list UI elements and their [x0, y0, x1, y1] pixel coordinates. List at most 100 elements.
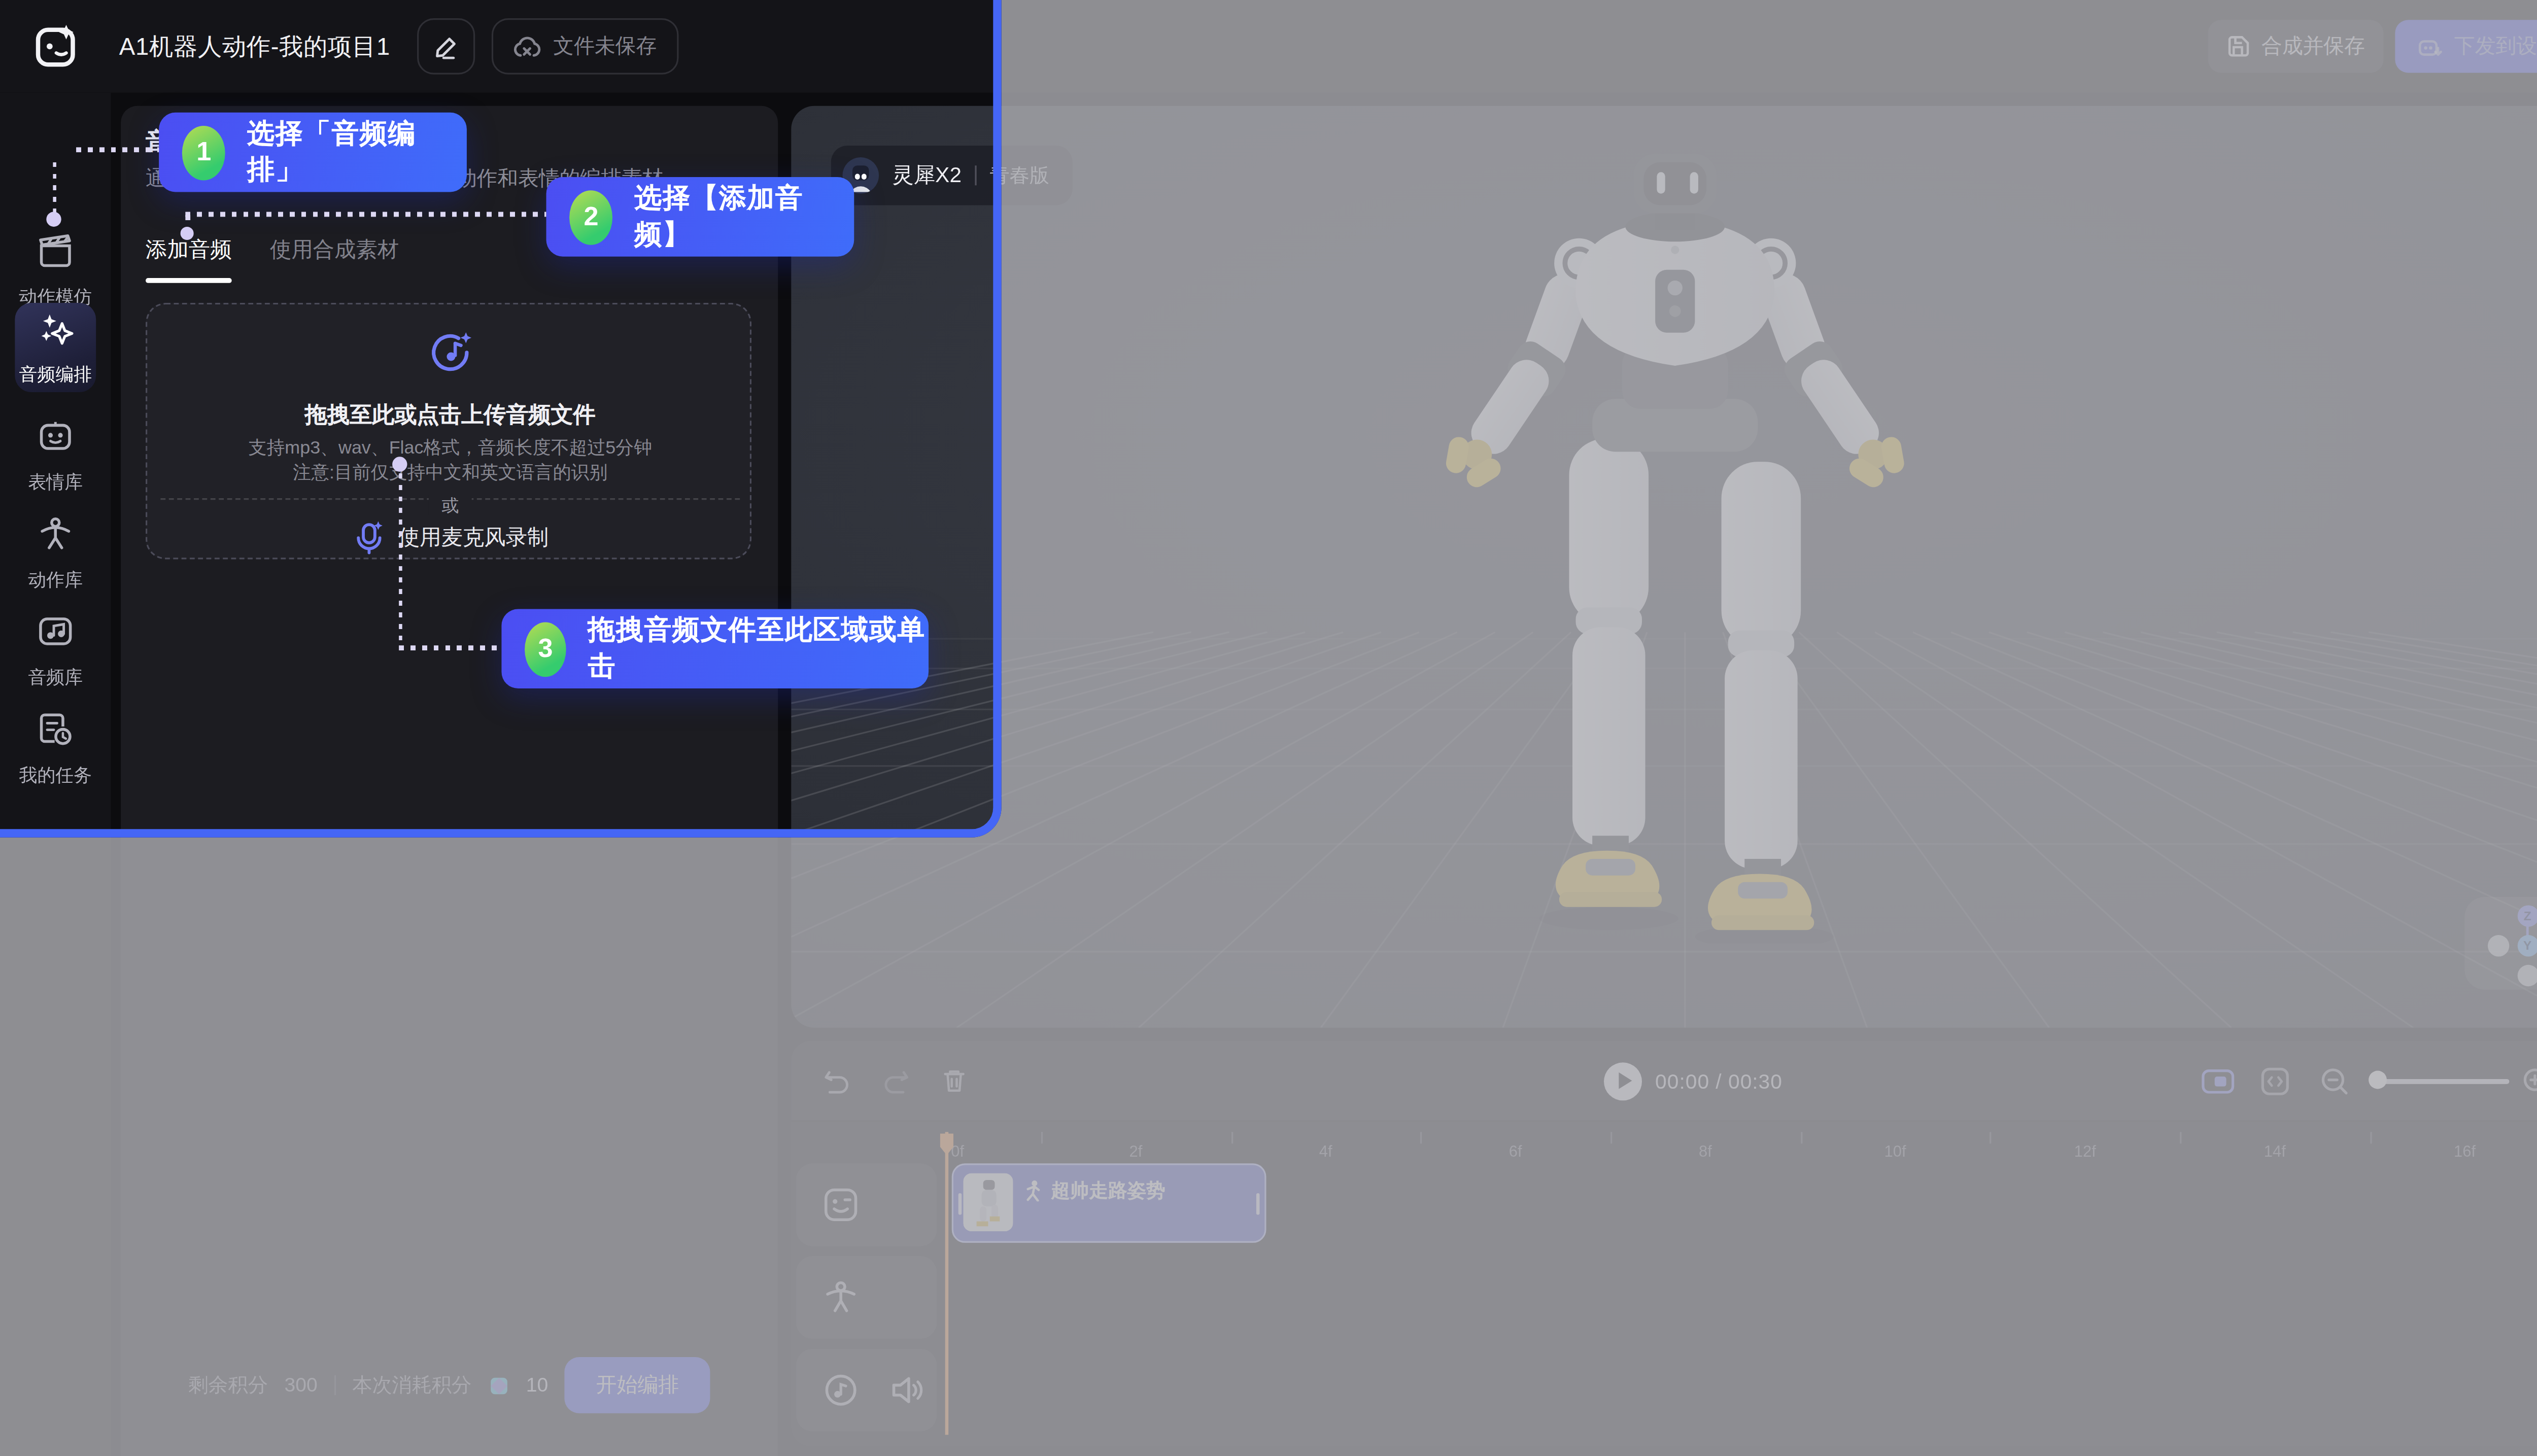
ruler-tick	[1610, 1132, 1612, 1143]
zoom-out-icon[interactable]	[2320, 1067, 2348, 1095]
playhead-line[interactable]	[945, 1132, 948, 1435]
tutorial-step-1[interactable]: 1 选择「音频编排」	[159, 113, 467, 192]
pencil-icon	[434, 34, 459, 59]
credit-gem-icon	[488, 1374, 509, 1396]
robot-edition: 青春版	[989, 161, 1049, 189]
remaining-credits-value: 300	[284, 1374, 317, 1397]
clip-left-handle[interactable]	[958, 1193, 962, 1215]
tutorial-step-2[interactable]: 2 选择【添加音频】	[546, 177, 854, 257]
ruler-tick	[1231, 1132, 1232, 1143]
footer-divider	[334, 1375, 335, 1395]
top-bar: A1机器人动作-我的项目1 文件未保存 合成并保存	[0, 0, 2537, 93]
tutorial-step-3[interactable]: 3 拖拽音频文件至此区域或单击	[501, 609, 929, 688]
sidebar-item-label: 音频库	[28, 665, 83, 690]
audio-arrange-panel: 音频编排 通过上传或录制音频，智能生成与动作和表情的编排素材 添加音频 使用合成…	[121, 106, 778, 1456]
playback-bar: 00:00 / 00:30	[791, 1041, 2537, 1121]
ruler-tick	[1990, 1132, 1992, 1143]
zoom-in-icon[interactable]	[2522, 1067, 2537, 1095]
ruler-tick	[1041, 1132, 1042, 1143]
sidebar-item-1[interactable]: 动作模仿	[0, 232, 111, 309]
redo-icon[interactable]	[882, 1067, 910, 1094]
tab-underline	[146, 278, 232, 282]
mic-record-button[interactable]: 使用麦克风录制	[147, 519, 753, 556]
view-gizmo[interactable]: Z Y X	[2464, 897, 2537, 990]
upload-audio-icon	[425, 328, 475, 377]
cost-value: 10	[526, 1374, 548, 1397]
clip-right-handle[interactable]	[1256, 1193, 1260, 1215]
audio-dropzone[interactable]: 拖拽至此或点击上传音频文件 支持mp3、wav、Flac格式，音频长度不超过5分…	[146, 303, 751, 560]
music-library-icon	[37, 612, 75, 657]
ruler-label: 6f	[1509, 1142, 1522, 1160]
project-title: A1机器人动作-我的项目1	[119, 31, 390, 63]
track-label-audio[interactable]	[796, 1349, 937, 1432]
connector-3-vertical	[398, 473, 402, 647]
track-label-expression[interactable]	[796, 1163, 937, 1246]
ruler-tick	[2180, 1132, 2181, 1143]
robot-name: 灵犀X2	[892, 160, 962, 190]
music-track-icon	[822, 1372, 859, 1408]
timeline-panel: 00:00 / 00:30 0f2f4f6f8f	[791, 1041, 2537, 1446]
undo-icon[interactable]	[822, 1067, 850, 1094]
dropzone-hint-formats: 支持mp3、wav、Flac格式，音频长度不超过5分钟	[147, 435, 753, 460]
edit-title-button[interactable]	[417, 18, 475, 75]
step-1-number: 1	[182, 125, 226, 180]
clip-label: 超帅走路姿势	[1051, 1178, 1165, 1203]
save-button[interactable]: 合成并保存	[2208, 20, 2384, 73]
connector-1-dot	[46, 212, 61, 227]
robot-face-icon	[37, 417, 75, 462]
ruler-label: 14f	[2264, 1142, 2286, 1160]
step-2-text: 选择【添加音频】	[635, 181, 854, 254]
remaining-credits-label: 剩余积分	[188, 1371, 268, 1399]
save-icon	[2226, 35, 2250, 58]
delete-icon[interactable]	[942, 1067, 967, 1094]
clapperboard-icon	[37, 232, 75, 276]
play-button[interactable]	[1604, 1062, 1642, 1100]
keyframe-panel-icon[interactable]	[2202, 1069, 2235, 1094]
robot-download-icon	[2416, 34, 2443, 59]
mic-record-label: 使用麦克风录制	[398, 523, 549, 553]
ruler-label: 16f	[2454, 1142, 2476, 1160]
ruler-label: 2f	[1129, 1142, 1142, 1160]
sidebar-item-4[interactable]: 动作库	[0, 515, 111, 593]
cloud-unsaved-icon	[513, 35, 541, 58]
track-label-action[interactable]	[796, 1256, 937, 1339]
start-arrange-button[interactable]: 开始编排	[565, 1357, 710, 1413]
sidebar: 动作模仿音频编排表情库动作库音频库我的任务	[0, 93, 111, 1456]
sidebar-item-label: 表情库	[28, 470, 83, 495]
app-root: A1机器人动作-我的项目1 文件未保存 合成并保存	[0, 0, 2537, 1456]
timeline-area: 0f2f4f6f8f10f12f14f16f	[791, 1120, 2537, 1446]
file-status-label: 文件未保存	[553, 32, 657, 60]
connector-2-dot	[181, 227, 194, 240]
timeline-zoom-slider-handle[interactable]	[2369, 1071, 2387, 1089]
step-3-text: 拖拽音频文件至此区域或单击	[588, 612, 929, 685]
robot-model-badge[interactable]: 灵犀X2 青春版	[831, 146, 1073, 205]
deploy-button[interactable]: 下发到设备	[2395, 20, 2537, 73]
sparkles-icon	[36, 308, 75, 355]
dropzone-hint-language: 注意:目前仅支持中文和英文语言的识别	[147, 460, 753, 485]
sidebar-item-6[interactable]: 我的任务	[0, 710, 111, 787]
sidebar-item-5[interactable]: 音频库	[0, 612, 111, 690]
fit-view-icon[interactable]	[2261, 1067, 2289, 1095]
connector-3-horizontal	[399, 645, 501, 649]
playhead-pin[interactable]	[939, 1132, 955, 1157]
sidebar-item-3[interactable]: 表情库	[0, 417, 111, 495]
ruler-label: 4f	[1319, 1142, 1332, 1160]
file-status-button[interactable]: 文件未保存	[492, 18, 679, 75]
dropzone-or-label: 或	[147, 488, 753, 518]
timeline-clip[interactable]: 超帅走路姿势	[952, 1163, 1266, 1243]
viewport-3d[interactable]: 灵犀X2 青春版 Z Y X	[791, 106, 2537, 1028]
sidebar-item-2[interactable]: 音频编排	[15, 303, 96, 392]
timeline-zoom-slider[interactable]	[2370, 1078, 2509, 1083]
step-2-number: 2	[569, 190, 613, 245]
tab-use-synth-material[interactable]: 使用合成素材	[270, 235, 399, 265]
ruler-tick	[1800, 1132, 1802, 1143]
dropzone-main-text: 拖拽至此或点击上传音频文件	[147, 400, 753, 430]
ruler-tick	[1421, 1132, 1422, 1143]
playback-time: 00:00 / 00:30	[1655, 1071, 1782, 1094]
panel-footer: 剩余积分 300 本次消耗积分 10 开始编排	[121, 1357, 778, 1413]
badge-divider	[975, 165, 976, 185]
ruler-label: 10f	[1884, 1142, 1906, 1160]
step-1-text: 选择「音频编排」	[247, 116, 467, 189]
sidebar-item-label: 动作库	[28, 568, 83, 593]
connector-2-vertical	[185, 215, 189, 227]
